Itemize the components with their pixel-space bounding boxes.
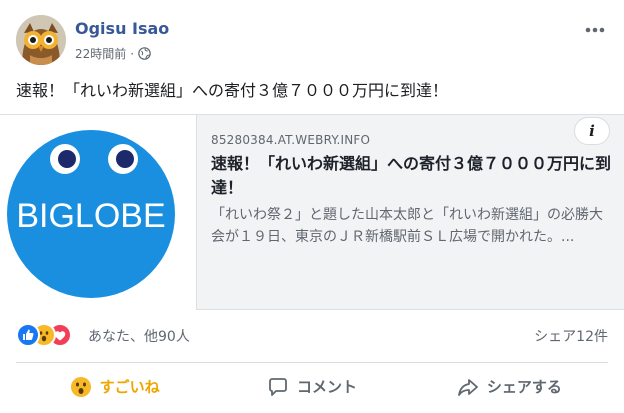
owl-avatar-icon — [16, 15, 66, 65]
globe-icon[interactable] — [138, 47, 151, 60]
react-button-label: すごいね — [99, 378, 160, 396]
post-time[interactable]: 22時間前 — [75, 45, 126, 62]
meta-separator: · — [130, 46, 135, 61]
comment-icon — [269, 377, 287, 396]
action-bar: すごいね コメント シェアする — [16, 362, 608, 410]
more-options-button[interactable] — [582, 17, 608, 43]
wow-emoji-icon — [70, 376, 91, 397]
comment-button-label: コメント — [296, 378, 357, 396]
share-button-label: シェアする — [486, 378, 562, 396]
comment-button[interactable]: コメント — [213, 363, 410, 410]
reaction-summary[interactable]: あなた、他90人 — [88, 326, 190, 346]
share-count[interactable]: シェア12件 — [534, 326, 608, 346]
reactions-bar: あなた、他90人 シェア12件 — [16, 322, 608, 348]
reaction-icons[interactable] — [16, 323, 88, 347]
biglobe-wordmark: BIGLOBE — [16, 197, 165, 235]
post-text: 速報！「れいわ新選組」への寄付３億７０００万円に到達！ — [16, 81, 449, 100]
link-thumbnail[interactable]: BIGLOBE — [0, 115, 197, 310]
like-reaction-icon — [16, 323, 40, 347]
react-button[interactable]: すごいね — [16, 363, 213, 410]
author-name[interactable]: Ogisu Isao — [75, 19, 169, 38]
more-dots-icon — [585, 27, 605, 33]
post-meta: 22時間前 · — [75, 45, 151, 62]
link-description: 「れいわ祭２」と題した山本太郎と「れいわ新選組」の必勝大会が１９日、東京のＪＲ新… — [211, 207, 603, 245]
share-arrow-icon — [457, 378, 478, 396]
link-title[interactable]: 速報！「れいわ新選組」への寄付３億７０００万円に到達！ — [211, 152, 611, 200]
link-card-body: 85280384.AT.WEBRY.INFO 速報！「れいわ新選組」への寄付３億… — [211, 133, 611, 248]
post-header: Ogisu Isao 22時間前 · — [16, 15, 608, 67]
link-card[interactable]: BIGLOBE i 85280384.AT.WEBRY.INFO 速報！「れいわ… — [0, 114, 624, 310]
avatar[interactable] — [16, 15, 66, 65]
share-button[interactable]: シェアする — [411, 363, 608, 410]
biglobe-logo: BIGLOBE — [7, 130, 175, 298]
link-domain: 85280384.AT.WEBRY.INFO — [211, 133, 371, 147]
